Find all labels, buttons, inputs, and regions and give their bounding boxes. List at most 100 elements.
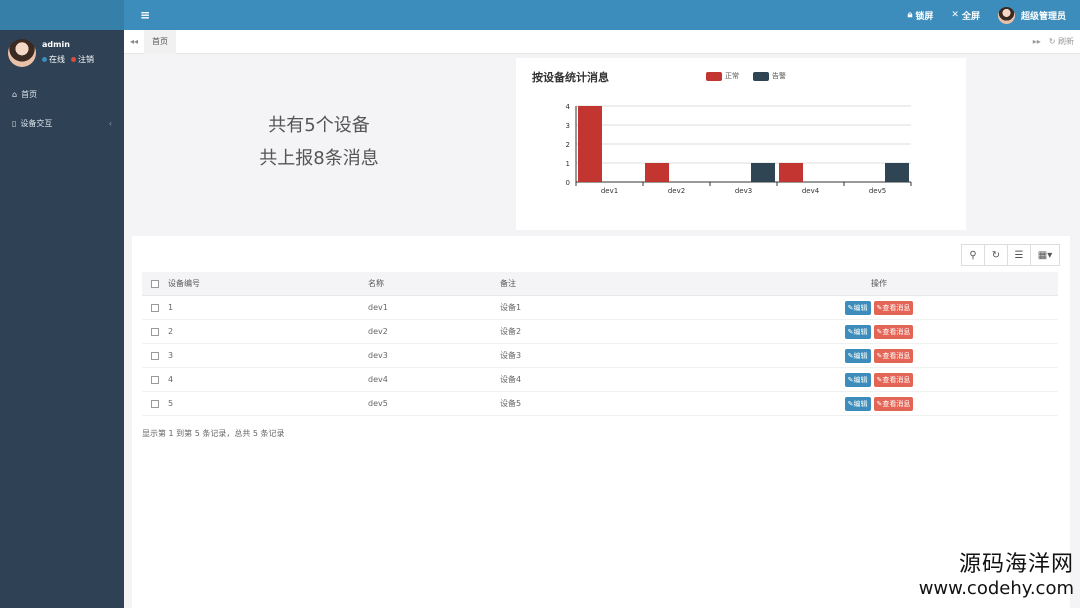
sidebar-item-label: 首页 [21,90,38,99]
cell-device-note: 设备1 [500,303,522,312]
row-checkbox[interactable] [151,327,159,336]
row-checkbox[interactable] [151,303,159,312]
tab-next-icon[interactable]: ▸▸ [1033,37,1041,46]
column-header[interactable]: 名称 [368,278,500,289]
view-label: 查看消息 [882,399,911,408]
x-tick-label: dev5 [869,187,886,195]
search-icon: ⚲ [969,249,977,261]
table-row[interactable]: 5 dev5 设备5 ✎编辑 ✎查看消息 [142,392,1058,416]
column-header[interactable]: 备注 [500,278,700,289]
lock-label: 锁屏 [915,11,934,22]
user-menu[interactable]: 超级管理员 [997,6,1066,24]
table-row[interactable]: 3 dev3 设备3 ✎编辑 ✎查看消息 [142,344,1058,368]
row-checkbox[interactable] [151,351,159,360]
view-label: 查看消息 [882,375,911,384]
logo-bar [0,0,124,30]
edit-button[interactable]: ✎编辑 [844,324,871,339]
table-row[interactable]: 4 dev4 设备4 ✎编辑 ✎查看消息 [142,368,1058,392]
home-icon: ⌂ [12,90,18,99]
legend-label: 告警 [772,72,786,80]
logout-icon [71,57,76,62]
select-all-checkbox[interactable] [151,279,159,288]
sidebar: admin 在线 注销 ⌂ 首页 ▯ 设备交互 ‹ [0,0,124,608]
expand-icon: ✕ [951,10,959,20]
edit-label: 编辑 [853,375,868,384]
table-row[interactable]: 1 dev1 设备1 ✎编辑 ✎查看消息 [142,296,1058,320]
edit-label: 编辑 [853,303,868,312]
cell-device-name: dev1 [368,303,388,312]
user-name: admin [42,40,70,49]
device-count-text: 共有5个设备 [268,115,370,136]
y-tick-label: 1 [566,160,570,168]
refresh-label: 刷新 [1058,37,1074,46]
chart-legend: 正常 告警 [706,71,786,81]
column-header: 操作 [871,279,887,288]
cell-device-note: 设备4 [500,375,522,384]
tab-bar: ◂◂ 首页 ▸▸ ↻ 刷新 [124,29,1080,54]
legend-swatch [753,71,769,81]
edit-label: 编辑 [853,399,868,408]
legend-label: 正常 [725,72,739,80]
main-content: 共有5个设备 共上报8条消息 0 1 2 3 4 dev1 dev2 dev3 dev4 dev5… [124,54,1080,608]
view-messages-button[interactable]: ✎查看消息 [873,348,914,363]
bar-alert [751,163,775,182]
view-messages-button[interactable]: ✎查看消息 [873,396,914,411]
view-messages-button[interactable]: ✎查看消息 [873,324,914,339]
columns-icon: ▦▾ [1037,249,1053,261]
watermark-url: www.codehy.com [918,578,1074,599]
stats-box: 共有5个设备 共上报8条消息 [124,54,514,230]
row-checkbox[interactable] [151,375,159,384]
row-checkbox[interactable] [151,399,159,408]
refresh-table-button[interactable]: ↻ [984,244,1008,266]
tab-prev-icon[interactable]: ◂◂ [124,37,144,46]
columns-button[interactable]: ▦▾ [1030,244,1060,266]
x-tick-label: dev1 [601,187,618,195]
column-header[interactable]: 设备编号 [168,278,368,289]
view-messages-button[interactable]: ✎查看消息 [873,300,914,315]
sidebar-item-device[interactable]: ▯ 设备交互 ‹ [0,109,124,138]
lock-screen-button[interactable]: 🔒︎ 锁屏 [908,9,934,22]
refresh-icon: ↻ [991,249,1001,261]
edit-button[interactable]: ✎编辑 [844,396,871,411]
sidebar-item-home[interactable]: ⌂ 首页 [0,80,124,109]
table-row[interactable]: 2 dev2 设备2 ✎编辑 ✎查看消息 [142,320,1058,344]
message-count-text: 共上报8条消息 [259,148,379,169]
view-messages-button[interactable]: ✎查看消息 [873,372,914,387]
watermark: 源码海洋网 www.codehy.com [919,552,1074,600]
edit-button[interactable]: ✎编辑 [844,348,871,363]
y-tick-label: 3 [566,122,570,130]
view-label: 查看消息 [882,351,911,360]
cell-actions: ✎编辑 ✎查看消息 [700,372,1058,387]
cell-actions: ✎编辑 ✎查看消息 [700,324,1058,339]
cell-device-name: dev2 [368,327,388,336]
menu-toggle-icon[interactable]: ≡ [140,8,150,22]
edit-button[interactable]: ✎编辑 [844,300,871,315]
search-button[interactable]: ⚲ [961,244,985,266]
edit-label: 编辑 [853,351,868,360]
chevron-left-icon: ‹ [108,119,112,128]
cell-device-name: dev3 [368,351,388,360]
bar-normal [779,163,803,182]
logout-label: 注销 [78,55,94,64]
legend-item-normal[interactable]: 正常 [706,71,739,81]
cell-device-id: 1 [168,303,174,312]
y-tick-label: 4 [566,103,571,111]
cell-device-note: 设备3 [500,351,522,360]
tab-home[interactable]: 首页 [144,29,176,54]
y-tick-label: 0 [566,179,570,187]
edit-button[interactable]: ✎编辑 [844,372,871,387]
pagination-summary: 显示第 1 到第 5 条记录，总共 5 条记录 [142,429,285,438]
cell-actions: ✎编辑 ✎查看消息 [700,396,1058,411]
legend-item-alert[interactable]: 告警 [753,71,786,81]
fullscreen-label: 全屏 [961,11,980,22]
toggle-view-button[interactable]: ☰ [1007,244,1031,266]
logout-link[interactable]: 注销 [71,54,94,65]
refresh-button[interactable]: ↻ 刷新 [1049,36,1074,47]
status-online: 在线 [42,54,65,65]
online-dot-icon [42,57,47,62]
device-icon: ▯ [12,119,17,128]
refresh-icon: ↻ [1048,37,1056,46]
chart-title: 按设备统计消息 [532,71,609,84]
device-table: 设备编号 名称 备注 操作 1 dev1 设备1 ✎编辑 ✎查看消息 2 dev2 设备2 ✎编… [142,272,1058,416]
fullscreen-button[interactable]: ✕ 全屏 [951,9,980,22]
